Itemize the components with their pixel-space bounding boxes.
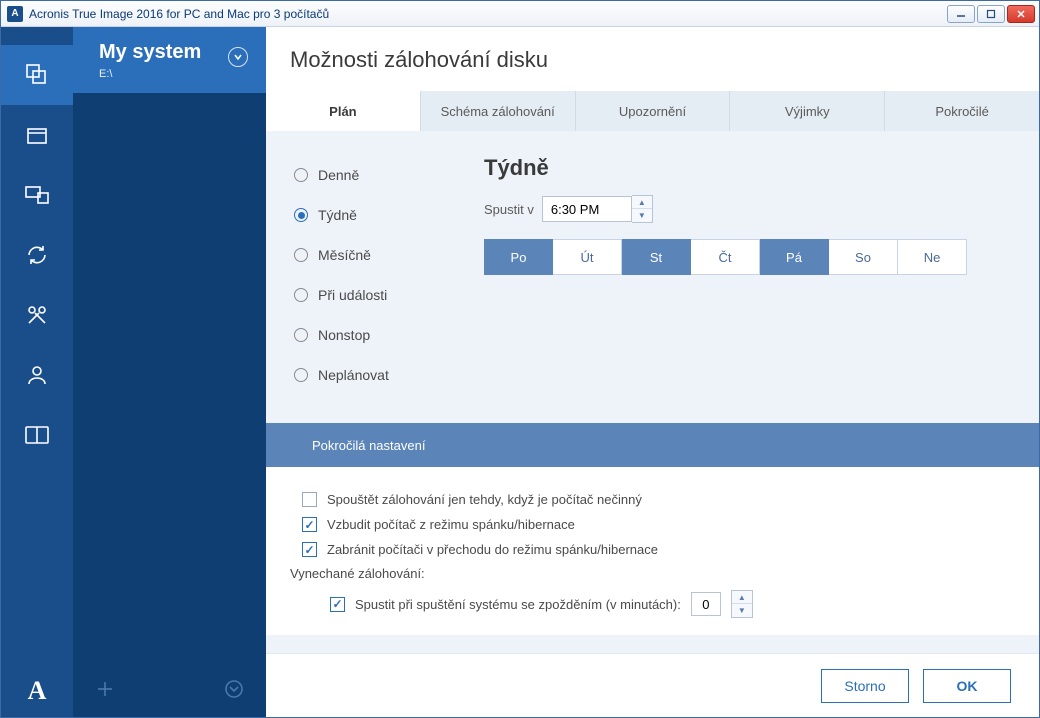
opt-startup-delay-label: Spustit při spuštění systému se zpoždění… xyxy=(355,597,681,612)
window-minimize-button[interactable] xyxy=(947,5,975,23)
day-thu[interactable]: Čt xyxy=(691,239,760,275)
day-fri[interactable]: Pá xyxy=(760,239,829,275)
nav-backup-icon[interactable] xyxy=(1,45,73,105)
brand-logo: A xyxy=(1,665,73,717)
window-close-button[interactable] xyxy=(1007,5,1035,23)
backup-name: My system xyxy=(99,41,250,64)
day-tue[interactable]: Út xyxy=(553,239,622,275)
schedule-monthly-label: Měsíčně xyxy=(318,247,371,263)
day-sun[interactable]: Ne xyxy=(898,239,967,275)
app-icon: A xyxy=(7,6,23,22)
day-wed[interactable]: St xyxy=(622,239,691,275)
checkbox-icon xyxy=(302,542,317,557)
add-backup-button[interactable] xyxy=(95,679,115,704)
backup-source-path: E:\ xyxy=(99,68,250,80)
nav-account-icon[interactable] xyxy=(1,345,73,405)
schedule-weekly[interactable]: Týdně xyxy=(294,195,444,235)
tab-advanced[interactable]: Pokročilé xyxy=(885,91,1039,131)
schedule-weekly-label: Týdně xyxy=(318,207,357,223)
schedule-monthly[interactable]: Měsíčně xyxy=(294,235,444,275)
opt-run-when-idle-label: Spouštět zálohování jen tehdy, když je p… xyxy=(327,492,642,507)
expand-all-button[interactable] xyxy=(224,679,244,704)
cancel-button[interactable]: Storno xyxy=(821,669,909,703)
schedule-on-event-label: Při události xyxy=(318,287,387,303)
missed-backup-label: Vynechané zálohování: xyxy=(290,562,1015,585)
nav-refresh-icon[interactable] xyxy=(1,225,73,285)
nav-help-icon[interactable] xyxy=(1,405,73,465)
chevron-down-icon xyxy=(228,47,248,67)
options-tabs: Plán Schéma zálohování Upozornění Výjimk… xyxy=(266,91,1039,131)
tab-plan[interactable]: Plán xyxy=(266,90,421,131)
checkbox-icon xyxy=(302,492,317,507)
opt-prevent-sleep-label: Zabránit počítači v přechodu do režimu s… xyxy=(327,542,658,557)
schedule-none[interactable]: Neplánovat xyxy=(294,355,444,395)
nav-tools-icon[interactable] xyxy=(1,285,73,345)
window-maximize-button[interactable] xyxy=(977,5,1005,23)
tab-exclusions[interactable]: Výjimky xyxy=(730,91,885,131)
nav-sync-devices-icon[interactable] xyxy=(1,165,73,225)
tab-scheme[interactable]: Schéma zálohování xyxy=(421,91,576,131)
schedule-nonstop-label: Nonstop xyxy=(318,327,370,343)
schedule-none-label: Neplánovat xyxy=(318,367,389,383)
startup-delay-input[interactable] xyxy=(691,592,721,616)
nav-archive-icon[interactable] xyxy=(1,105,73,165)
advanced-settings-body: Spouštět zálohování jen tehdy, když je p… xyxy=(266,467,1039,635)
day-sat[interactable]: So xyxy=(829,239,898,275)
weekly-heading: Týdně xyxy=(484,155,1011,181)
opt-run-when-idle[interactable]: Spouštět zálohování jen tehdy, když je p… xyxy=(290,487,1015,512)
opt-wake-computer[interactable]: Vzbudit počítač z režimu spánku/hibernac… xyxy=(290,512,1015,537)
backup-selector[interactable]: My system E:\ xyxy=(73,27,266,93)
opt-wake-computer-label: Vzbudit počítač z režimu spánku/hibernac… xyxy=(327,517,575,532)
opt-prevent-sleep[interactable]: Zabránit počítači v přechodu do režimu s… xyxy=(290,537,1015,562)
schedule-nonstop[interactable]: Nonstop xyxy=(294,315,444,355)
ok-button[interactable]: OK xyxy=(923,669,1011,703)
tab-notifications[interactable]: Upozornění xyxy=(576,91,731,131)
time-spin-down[interactable]: ▼ xyxy=(632,209,652,222)
schedule-daily[interactable]: Denně xyxy=(294,155,444,195)
delay-spin-up[interactable]: ▲ xyxy=(732,591,752,604)
advanced-settings-toggle[interactable]: Pokročilá nastavení xyxy=(266,423,1039,467)
delay-spin-down[interactable]: ▼ xyxy=(732,604,752,617)
window-title: Acronis True Image 2016 for PC and Mac p… xyxy=(29,7,947,21)
page-title: Možnosti zálohování disku xyxy=(266,27,1039,91)
start-at-label: Spustit v xyxy=(484,202,534,217)
checkbox-icon[interactable] xyxy=(330,597,345,612)
schedule-daily-label: Denně xyxy=(318,167,359,183)
schedule-type-list: Denně Týdně Měsíčně Při události Nonstop… xyxy=(294,155,444,395)
backup-list-area xyxy=(73,93,266,665)
schedule-on-event[interactable]: Při události xyxy=(294,275,444,315)
start-time-input[interactable] xyxy=(542,196,632,222)
checkbox-icon xyxy=(302,517,317,532)
time-spin-up[interactable]: ▲ xyxy=(632,196,652,209)
window-titlebar: A Acronis True Image 2016 for PC and Mac… xyxy=(1,1,1039,27)
weekday-selector: Po Út St Čt Pá So Ne xyxy=(484,239,1011,275)
day-mon[interactable]: Po xyxy=(484,239,553,275)
nav-iconbar: A xyxy=(1,27,73,717)
